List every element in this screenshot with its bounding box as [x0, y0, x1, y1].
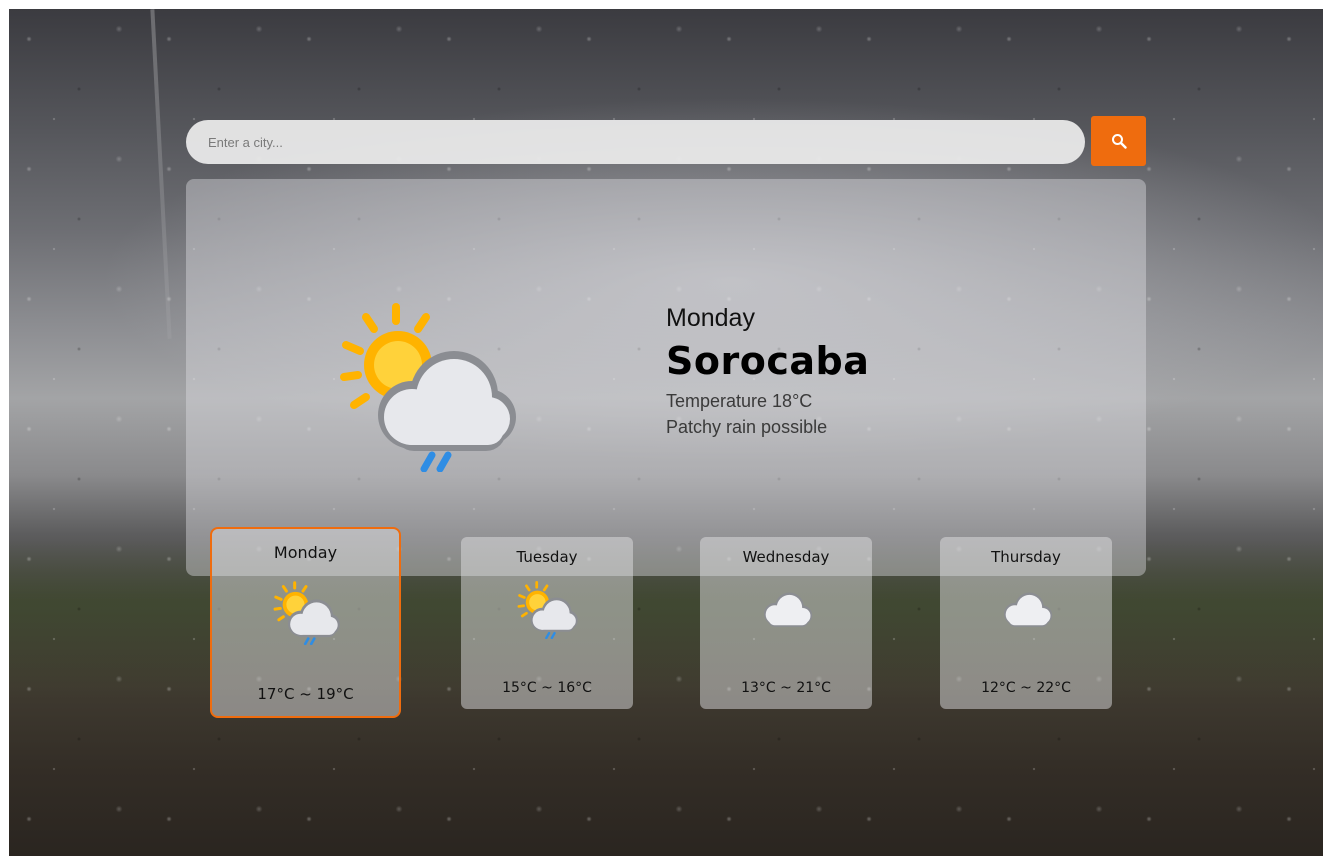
forecast-day: Thursday — [991, 548, 1061, 566]
current-weather-panel: Monday Sorocaba Temperature 18°C Patchy … — [186, 179, 1146, 576]
sun-cloud-rain-icon — [272, 579, 340, 645]
city-name: Sorocaba — [666, 339, 870, 383]
search-bar — [186, 120, 1085, 164]
forecast-card-monday[interactable]: Monday 17°C ~ 19°C — [210, 527, 401, 718]
forecast-card-thursday[interactable]: Thursday 12°C ~ 22°C — [940, 537, 1112, 709]
current-condition: Patchy rain possible — [666, 417, 828, 437]
forecast-temp-range: 17°C ~ 19°C — [257, 685, 354, 703]
sun-cloud-rain-icon — [336, 297, 516, 472]
city-search-input[interactable] — [206, 133, 1060, 151]
cloud-icon — [995, 588, 1057, 630]
forecast-day: Monday — [273, 543, 338, 562]
current-temperature: Temperature 18°C — [666, 391, 813, 411]
forecast-temp-range: 12°C ~ 22°C — [981, 680, 1071, 696]
search-icon — [1111, 134, 1127, 149]
forecast-temp-range: 13°C ~ 21°C — [741, 680, 831, 696]
forecast-card-tuesday[interactable]: Tuesday 15°C ~ 16°C — [461, 537, 633, 709]
forecast-day: Wednesday — [742, 548, 830, 566]
forecast-card-wednesday[interactable]: Wednesday 13°C ~ 21°C — [700, 537, 872, 709]
forecast-day: Tuesday — [516, 548, 578, 566]
sun-cloud-rain-icon — [516, 579, 578, 639]
cloud-icon — [755, 588, 817, 630]
forecast-temp-range: 15°C ~ 16°C — [502, 680, 592, 696]
current-day: Monday — [666, 304, 755, 332]
search-button[interactable] — [1091, 116, 1146, 166]
